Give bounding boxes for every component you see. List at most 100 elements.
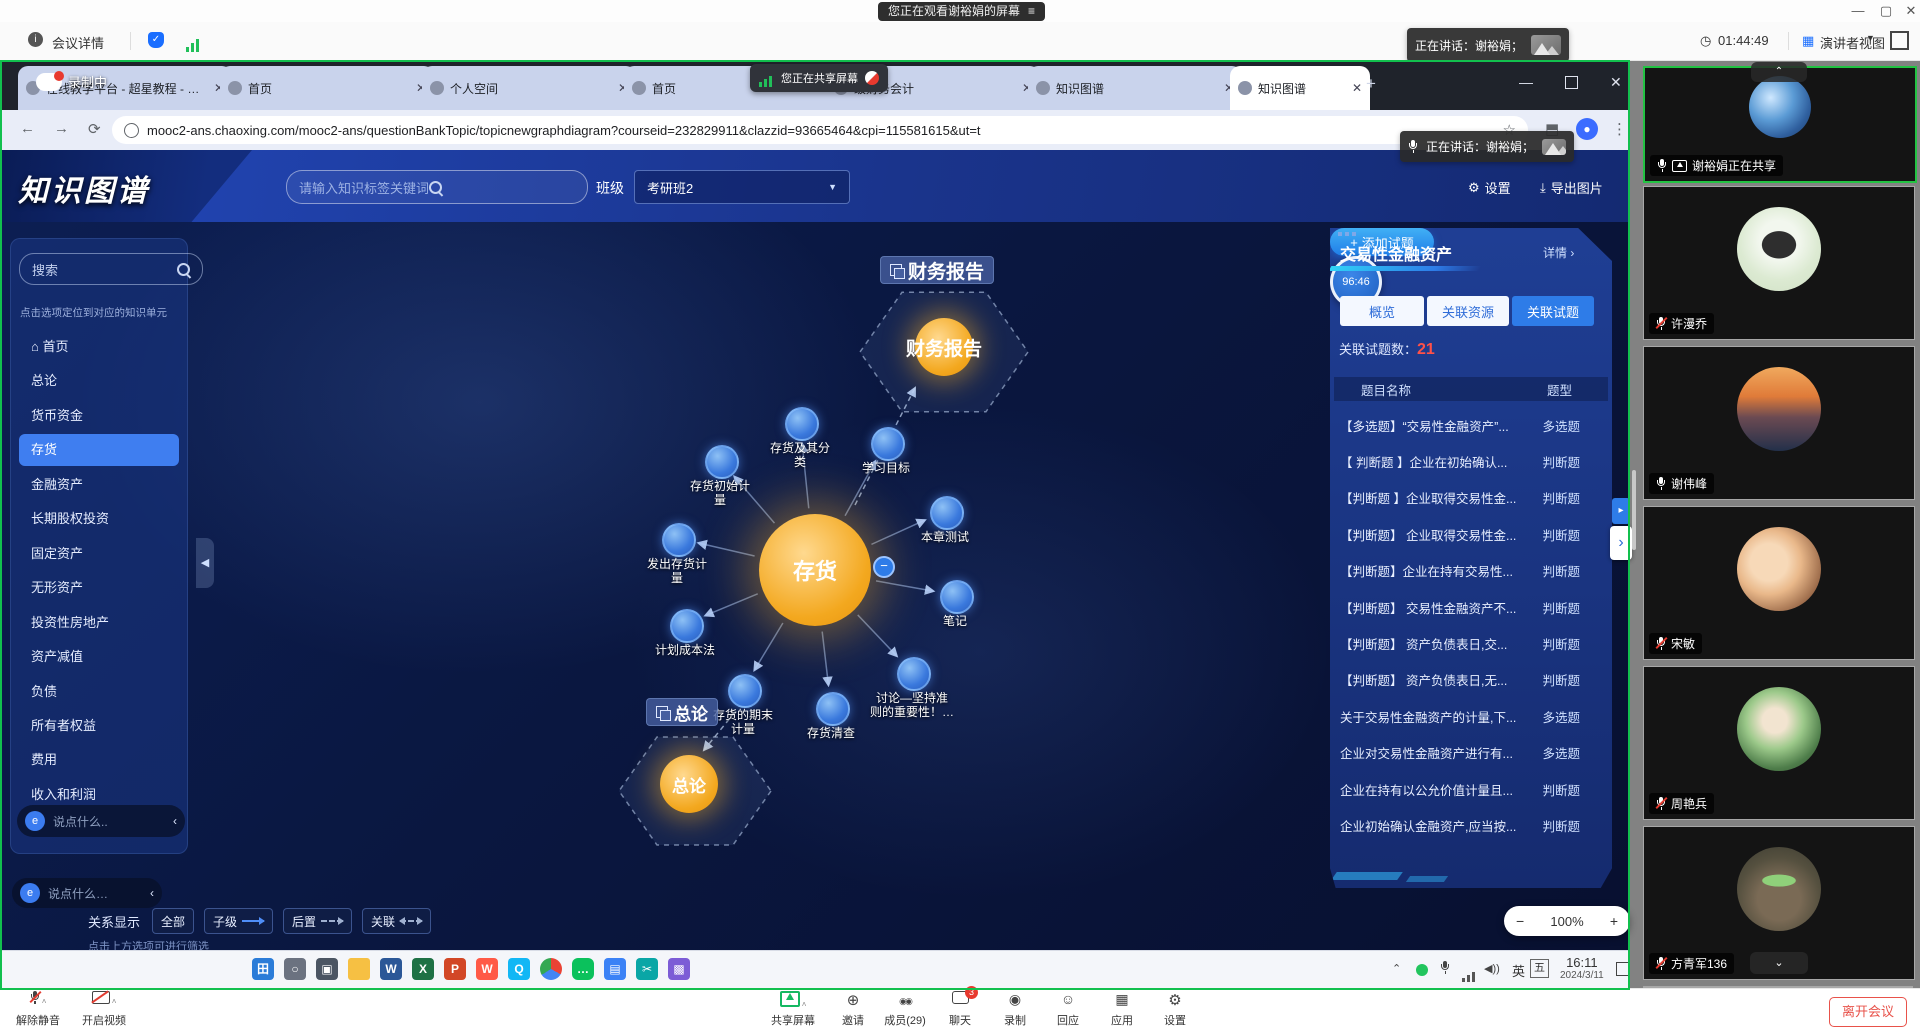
participant-tile[interactable]: 许漫乔 (1643, 186, 1915, 340)
scroll-down-chevron[interactable]: ⌄ (1750, 952, 1808, 974)
relation-filter-后置[interactable]: 后置 (283, 908, 352, 934)
chevron-down-icon[interactable]: ▼ (1866, 33, 1875, 43)
graph-node[interactable] (871, 427, 905, 461)
browser-close-button[interactable]: ✕ (1610, 74, 1622, 91)
control-设置[interactable]: ⚙设置 (1143, 991, 1207, 1028)
graph-node[interactable] (670, 609, 704, 643)
sidebar-search-input[interactable]: 搜索 (19, 253, 203, 285)
tray-clock[interactable]: 16:11 2024/3/11 (1560, 955, 1604, 981)
browser-minimize-button[interactable]: — (1519, 74, 1533, 90)
sidebar-item-存货[interactable]: 存货 (19, 434, 179, 466)
zoom-in-button[interactable]: + (1610, 913, 1618, 929)
question-row[interactable]: 企业初始确认金融资产,应当按...判断题 (1340, 808, 1602, 842)
browser-tab[interactable]: 知识图谱✕ (1230, 66, 1370, 110)
collapse-node-badge[interactable]: − (873, 556, 895, 578)
panel-detail-link[interactable]: 详情 › (1543, 244, 1574, 261)
taskbar-icon-word[interactable]: W (380, 958, 402, 980)
question-row[interactable]: 【判断题】 交易性金融资产不...判断题 (1340, 590, 1602, 624)
search-icon[interactable] (177, 263, 190, 276)
fullscreen-icon[interactable] (1890, 31, 1909, 50)
leave-meeting-button[interactable]: 离开会议 (1829, 997, 1907, 1027)
panel-tab-概览[interactable]: 概览 (1340, 296, 1424, 326)
taskbar-icon-photos[interactable]: ▩ (668, 958, 690, 980)
control-开启视频[interactable]: ˄开启视频 (72, 991, 136, 1028)
taskbar-icon-wps[interactable]: W (476, 958, 498, 980)
strip-scrollbar[interactable] (1632, 470, 1636, 550)
taskbar-icon-folder[interactable] (348, 958, 370, 980)
participant-tile[interactable]: 周艳兵 (1643, 666, 1915, 820)
panel-toggle-white[interactable]: › (1610, 526, 1632, 560)
question-row[interactable]: 【判断题 】企业取得交易性金...判断题 (1340, 481, 1602, 515)
url-input[interactable]: mooc2-ans.chaoxing.com/mooc2-ans/questio… (112, 116, 1528, 144)
taskbar-icon-powerpoint[interactable]: P (444, 958, 466, 980)
back-icon[interactable]: ← (20, 120, 35, 137)
sidebar-item-金融资产[interactable]: 金融资产 (31, 473, 181, 497)
control-共享屏幕[interactable]: ˄共享屏幕 (761, 991, 825, 1028)
question-row[interactable]: 【判断题】企业在持有交易性...判断题 (1340, 554, 1602, 588)
chevron-left-icon[interactable]: ‹ (150, 886, 154, 900)
chat-input-pill[interactable]: e 说点什么.. ‹ (17, 805, 185, 837)
profile-avatar[interactable]: ● (1576, 118, 1598, 140)
meeting-details-label[interactable]: 会议详情 (52, 33, 104, 52)
network-signal-icon[interactable] (186, 34, 201, 52)
minimize-button[interactable]: — (1845, 0, 1871, 22)
graph-node[interactable] (728, 674, 762, 708)
taskbar-icon-chrome[interactable] (540, 958, 562, 980)
tray-ime[interactable]: 五 (1530, 959, 1549, 978)
tray-expand-icon[interactable]: ⌃ (1392, 962, 1401, 975)
tab-close-icon[interactable]: ✕ (1352, 81, 1362, 95)
panel-tab-关联试题[interactable]: 关联试题 (1512, 296, 1594, 326)
sidebar-item-无形资产[interactable]: 无形资产 (31, 576, 181, 600)
tray-mic-icon[interactable] (1440, 961, 1450, 974)
question-row[interactable]: 【判断题】 资产负债表日,无...判断题 (1340, 663, 1602, 697)
restore-button[interactable]: ▢ (1873, 0, 1899, 22)
taskbar-icon-qq[interactable]: Q (508, 958, 530, 980)
participant-tile[interactable]: 谢裕娟正在共享 (1643, 66, 1917, 183)
sidebar-collapse-handle[interactable]: ◀ (196, 538, 214, 588)
relation-filter-关联[interactable]: 关联 (362, 908, 431, 934)
scroll-up-chevron[interactable]: ⌃ (1751, 62, 1807, 82)
tray-network-icon[interactable] (1462, 964, 1477, 982)
participant-tile[interactable]: 谢伟峰 (1643, 346, 1915, 500)
browser-restore-button[interactable] (1565, 76, 1578, 89)
sidebar-item-负债[interactable]: 负债 (31, 680, 181, 704)
site-info-icon[interactable] (124, 123, 139, 138)
chevron-left-icon[interactable]: ‹ (173, 814, 177, 828)
question-row[interactable]: 【判断题】 企业取得交易性金...判断题 (1340, 517, 1602, 551)
sidebar-item-资产减值[interactable]: 资产减值 (31, 645, 181, 669)
settings-button[interactable]: ⚙设置 (1468, 178, 1511, 197)
graph-node[interactable] (816, 692, 850, 726)
sidebar-item-固定资产[interactable]: 固定资产 (31, 542, 181, 566)
kg-search-input[interactable]: 请输入知识标签关键词 (286, 170, 588, 204)
relation-filter-全部[interactable]: 全部 (152, 908, 194, 934)
export-image-button[interactable]: ⤓导出图片 (1540, 178, 1603, 197)
participant-tile[interactable]: 宋敏 (1643, 506, 1915, 660)
browser-tab[interactable]: 知识图谱✕ (1028, 66, 1242, 110)
graph-hex-badge[interactable]: 总论 (646, 698, 718, 726)
graph-node-hex[interactable]: 财务报告 (915, 318, 973, 376)
tray-wechat-icon[interactable] (1416, 964, 1428, 976)
sidebar-item-投资性房地产[interactable]: 投资性房地产 (31, 611, 181, 635)
graph-node[interactable] (897, 657, 931, 691)
relation-filter-子级[interactable]: 子级 (204, 908, 273, 934)
browser-tab[interactable]: 个人空间✕ (422, 66, 636, 110)
question-row[interactable]: 【 判断题 】企业在初始确认...判断题 (1340, 444, 1602, 478)
taskbar-icon-wechat[interactable]: … (572, 958, 594, 980)
reload-icon[interactable]: ⟳ (88, 120, 101, 138)
forward-icon[interactable]: → (54, 120, 69, 137)
view-mode-selector[interactable]: 演讲者视图 (1820, 33, 1885, 52)
browser-menu-icon[interactable]: ⋮ (1612, 120, 1627, 138)
close-button[interactable]: ✕ (1898, 0, 1920, 22)
question-row[interactable]: 【多选题】“交易性金融资产”...多选题 (1340, 408, 1602, 442)
taskbar-icon-excel[interactable]: X (412, 958, 434, 980)
question-row[interactable]: 关于交易性金融资产的计量,下...多选题 (1340, 699, 1602, 733)
info-icon[interactable]: i (28, 32, 43, 47)
graph-node[interactable] (930, 496, 964, 530)
tray-volume-icon[interactable]: ◀)) (1484, 962, 1500, 975)
question-row[interactable]: 企业对交易性金融资产进行有...多选题 (1340, 736, 1602, 770)
sidebar-item-费用[interactable]: 费用 (31, 748, 181, 772)
zoom-out-button[interactable]: − (1516, 913, 1524, 929)
graph-node[interactable] (705, 445, 739, 479)
url-text[interactable]: mooc2-ans.chaoxing.com/mooc2-ans/questio… (147, 123, 1495, 138)
sidebar-item-收入和利润[interactable]: 收入和利润 (31, 783, 181, 807)
